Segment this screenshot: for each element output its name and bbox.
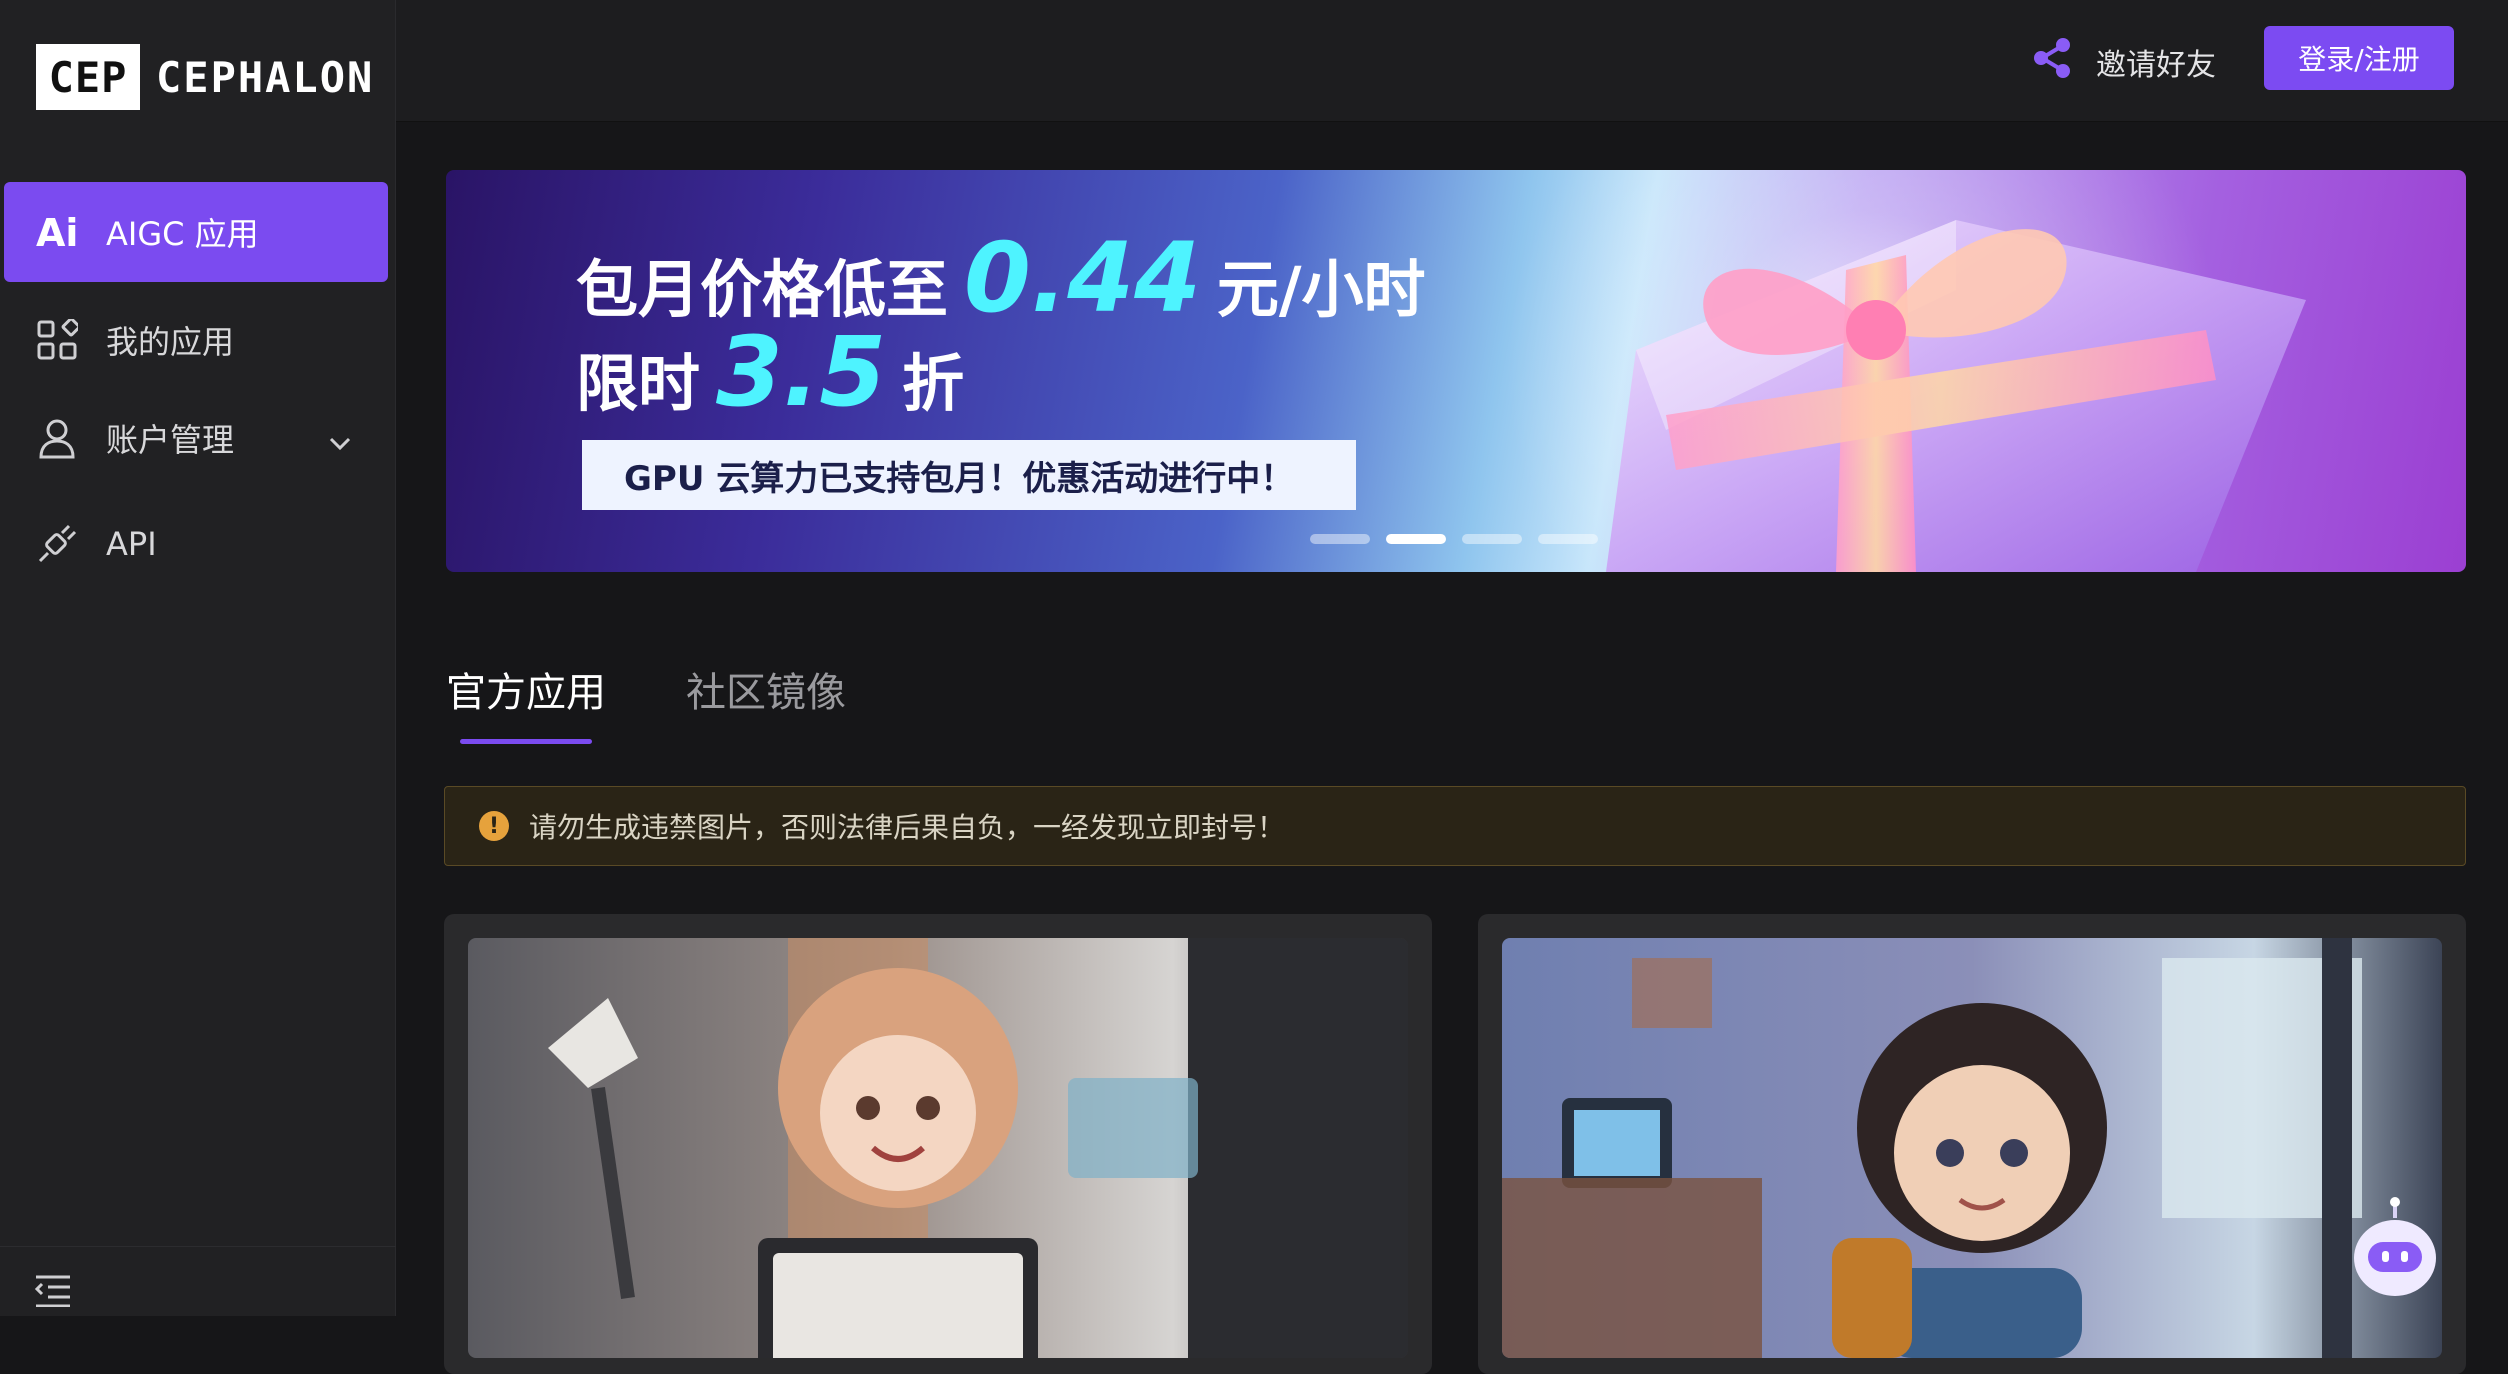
banner-line2-suffix: 折 xyxy=(902,347,965,420)
sidebar-item-aigc[interactable]: Ai AIGC 应用 xyxy=(4,182,388,282)
chevron-down-icon[interactable] xyxy=(328,422,352,460)
sidebar-footer xyxy=(0,1246,396,1316)
app-card-image xyxy=(1502,938,2442,1358)
warning-notice: ! 请勿生成违禁图片，否则法律后果自负，一经发现立即封号！ xyxy=(444,786,2466,866)
logo-mark: CEP xyxy=(36,44,140,110)
sidebar-item-label: 账户管理 xyxy=(106,421,235,459)
banner-promo-strip: GPU 云算力已支持包月！优惠活动进行中！ xyxy=(582,440,1356,510)
svg-text:Ai: Ai xyxy=(36,212,78,252)
invite-friends-button[interactable]: 邀请好友 xyxy=(2030,34,2216,90)
carousel-dot[interactable] xyxy=(1386,534,1446,544)
banner-discount-number: 3.5 xyxy=(716,316,887,428)
app-card-image xyxy=(468,938,1408,1358)
gift-box-illustration xyxy=(1606,220,2306,572)
tab-official-apps[interactable]: 官方应用 xyxy=(446,660,606,744)
ai-icon: Ai xyxy=(34,209,80,255)
share-icon xyxy=(2030,36,2074,88)
banner-headline-line2: 限时 3.5 折 xyxy=(576,316,964,428)
sidebar-item-label: API xyxy=(106,525,157,563)
top-header: 邀请好友 登录/注册 xyxy=(396,0,2508,122)
banner-line2-prefix: 限时 xyxy=(576,347,701,420)
logo-text: CEPHALON xyxy=(156,52,375,102)
warning-text: 请勿生成违禁图片，否则法律后果自负，一经发现立即封号！ xyxy=(529,811,1286,844)
collapse-menu-icon[interactable] xyxy=(34,1273,72,1311)
app-card[interactable] xyxy=(444,914,1432,1374)
app-card[interactable] xyxy=(1478,914,2466,1374)
banner-price-number: 0.44 xyxy=(964,222,1201,334)
carousel-indicators xyxy=(1310,534,1598,544)
warning-icon: ! xyxy=(479,811,509,841)
login-register-button[interactable]: 登录/注册 xyxy=(2264,26,2454,90)
apps-grid-icon xyxy=(34,317,80,363)
carousel-dot[interactable] xyxy=(1310,534,1370,544)
banner-line1-suffix: 元/小时 xyxy=(1216,253,1426,326)
carousel-dot[interactable] xyxy=(1538,534,1598,544)
sidebar-item-api[interactable]: API xyxy=(4,494,388,594)
invite-label: 邀请好友 xyxy=(2096,48,2216,83)
promo-banner[interactable]: 包月价格低至 0.44 元/小时 限时 3.5 折 GPU 云算力已支持包月！优… xyxy=(446,170,2466,572)
logo[interactable]: CEP CEPHALON xyxy=(36,44,374,110)
carousel-dot[interactable] xyxy=(1462,534,1522,544)
tab-community-images[interactable]: 社区镜像 xyxy=(686,660,846,736)
app-tabs: 官方应用 社区镜像 xyxy=(446,660,846,744)
sidebar-item-label: AIGC 应用 xyxy=(106,215,259,253)
user-icon xyxy=(34,415,80,461)
sidebar: CEP CEPHALON Ai AIGC 应用 我的应用 账户管理 API xyxy=(0,0,396,1316)
plug-icon xyxy=(34,521,80,567)
sidebar-item-my-apps[interactable]: 我的应用 xyxy=(4,290,388,390)
sidebar-item-account[interactable]: 账户管理 xyxy=(4,388,388,488)
assistant-bot-icon[interactable] xyxy=(2352,1196,2438,1298)
sidebar-item-label: 我的应用 xyxy=(106,323,235,361)
